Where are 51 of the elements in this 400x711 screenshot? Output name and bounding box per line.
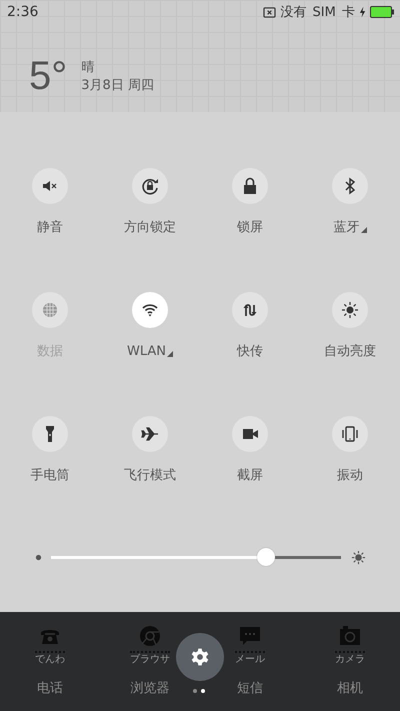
brightness-high-icon bbox=[351, 550, 366, 564]
globe-icon bbox=[138, 624, 162, 648]
toggle-label: 自动亮度 bbox=[324, 343, 376, 361]
camera-icon bbox=[338, 624, 362, 648]
toggle-label: 蓝牙 bbox=[334, 219, 360, 237]
toggle-button[interactable] bbox=[132, 168, 168, 204]
toggle-button[interactable] bbox=[32, 168, 68, 204]
vibrate-icon bbox=[340, 424, 360, 444]
page-dot[interactable] bbox=[201, 689, 205, 693]
toggle-button[interactable] bbox=[132, 416, 168, 452]
app-label: 短信 bbox=[237, 680, 263, 697]
brightness-auto-icon bbox=[340, 300, 360, 320]
icon-caption: ブラウサ bbox=[130, 651, 170, 667]
sim-status: 没有 SIM 卡 bbox=[280, 4, 355, 21]
toggle-button[interactable] bbox=[32, 416, 68, 452]
slider-thumb[interactable] bbox=[256, 548, 275, 566]
icon-caption: メール bbox=[235, 651, 265, 667]
toggle-label: 方向锁定 bbox=[124, 219, 176, 237]
icon-caption: カメラ bbox=[335, 651, 365, 667]
chat-bubble-icon bbox=[238, 624, 262, 648]
battery-icon bbox=[370, 6, 394, 18]
toggle-label: 飞行模式 bbox=[124, 467, 176, 485]
toggle-button[interactable] bbox=[232, 416, 268, 452]
toggle-label: 手电筒 bbox=[30, 467, 70, 485]
toggle-button[interactable] bbox=[132, 292, 168, 328]
clock-time: 2:36 bbox=[7, 4, 38, 20]
toggle-button[interactable] bbox=[332, 292, 368, 328]
page-dot[interactable] bbox=[193, 689, 197, 693]
toggle-label: 静音 bbox=[37, 219, 63, 237]
toggle-button[interactable] bbox=[232, 292, 268, 328]
rotation-lock-icon bbox=[140, 176, 160, 196]
globe-icon bbox=[40, 300, 60, 320]
icon-caption: でんわ bbox=[35, 651, 65, 667]
brightness-low-icon bbox=[35, 554, 42, 560]
app-label: 电话 bbox=[37, 680, 63, 697]
weather-condition: 晴 bbox=[81, 58, 96, 76]
toggle-button[interactable] bbox=[332, 168, 368, 204]
toggle-button[interactable] bbox=[232, 168, 268, 204]
date-text: 3月8日 周四 bbox=[81, 76, 154, 94]
toggle-label: 锁屏 bbox=[237, 219, 263, 237]
temperature: 5° bbox=[29, 54, 68, 99]
brightness-slider[interactable] bbox=[51, 547, 341, 567]
toggle-label: WLAN bbox=[126, 343, 166, 361]
sim-icon bbox=[263, 6, 276, 18]
app-label: 相机 bbox=[337, 680, 363, 697]
app-label: 浏览器 bbox=[130, 680, 170, 697]
toggle-label: 截屏 bbox=[237, 467, 263, 485]
toggle-button[interactable] bbox=[332, 416, 368, 452]
toggle-label: 振动 bbox=[337, 467, 363, 485]
toggle-label: 快传 bbox=[237, 343, 263, 361]
settings-icon bbox=[190, 647, 210, 667]
